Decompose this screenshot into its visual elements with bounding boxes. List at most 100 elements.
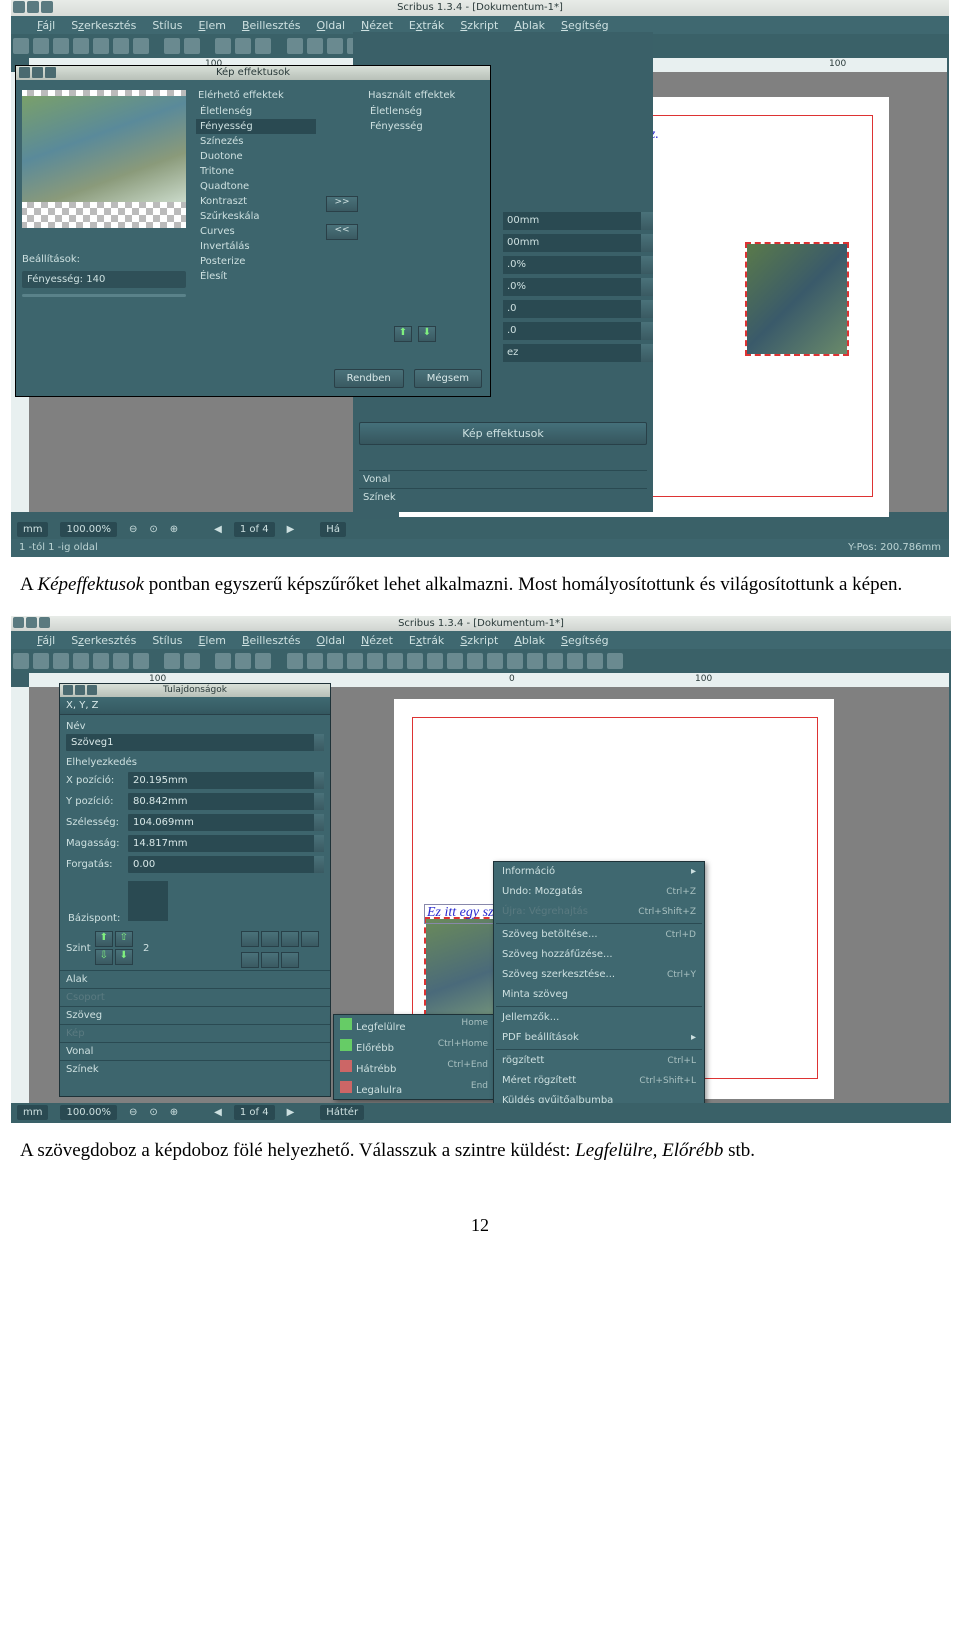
remove-effect-button[interactable]: << (326, 224, 358, 240)
ungroup-icon[interactable] (261, 931, 279, 947)
menu-item[interactable]: Elem (190, 16, 234, 34)
effect-item[interactable]: Fényesség (196, 119, 316, 134)
unit-select[interactable]: mm (17, 1105, 48, 1120)
save-icon[interactable] (53, 653, 69, 669)
name-input[interactable]: Szöveg1 (66, 734, 324, 751)
menu-page[interactable]: Oldal (309, 631, 354, 649)
effect-item[interactable]: Kontraszt (196, 194, 316, 209)
context-menu-item[interactable]: rögzítettCtrl+L (494, 1051, 704, 1071)
menubar[interactable]: Fájl Szerkesztés Stílus Elem Beillesztés… (11, 631, 951, 649)
print-icon[interactable] (93, 653, 109, 669)
spinner[interactable]: 00mm (503, 234, 653, 252)
image-frame-icon[interactable] (327, 653, 343, 669)
cut-icon[interactable] (215, 653, 231, 669)
bezier-icon[interactable] (427, 653, 443, 669)
print-icon[interactable] (93, 38, 109, 54)
pdf-icon[interactable] (133, 653, 149, 669)
polygon-icon[interactable] (387, 653, 403, 669)
close-file-icon[interactable] (73, 653, 89, 669)
width-input[interactable]: 104.069mm (128, 814, 324, 831)
layer-select[interactable]: Háttér (320, 1105, 364, 1120)
layer-select[interactable]: Há (320, 522, 346, 537)
eye-dropper-icon[interactable] (607, 653, 623, 669)
preflight-icon[interactable] (113, 653, 129, 669)
effect-item[interactable]: Curves (196, 224, 316, 239)
context-menu-item[interactable]: Információ▸ (494, 862, 704, 882)
rotation-input[interactable]: 0.00 (128, 856, 324, 873)
available-effects-list[interactable]: Életlenség Fényesség Színezés Duotone Tr… (196, 104, 316, 344)
palette-close-icon[interactable] (87, 685, 97, 695)
page-prev-icon[interactable]: ◀ (214, 1107, 222, 1118)
link-frames-icon[interactable] (547, 653, 563, 669)
toolbar[interactable] (11, 649, 951, 673)
copy-icon[interactable] (235, 38, 251, 54)
select-tool-icon[interactable] (287, 653, 303, 669)
menu-file[interactable]: Fájl (29, 631, 63, 649)
zoom-reset-icon[interactable]: ⊙ (149, 524, 157, 535)
edit-contents-icon[interactable] (507, 653, 523, 669)
redo-icon[interactable] (184, 653, 200, 669)
zoom-in-icon[interactable]: ⊕ (170, 524, 178, 535)
context-menu-item[interactable]: Undo: MozgatásCtrl+Z (494, 882, 704, 902)
context-menu-item[interactable]: Szöveg hozzáfűzése... (494, 945, 704, 965)
cut-icon[interactable] (215, 38, 231, 54)
basepoint-selector[interactable] (128, 881, 168, 921)
move-down-button[interactable]: ⬇ (418, 326, 436, 342)
text-frame-icon[interactable] (307, 38, 323, 54)
level-bottom-icon[interactable]: ⬇ (115, 949, 133, 965)
spinner[interactable]: .0% (503, 278, 653, 296)
spinner[interactable]: .0% (503, 256, 653, 274)
menu-style[interactable]: Stílus (144, 16, 190, 34)
ok-button[interactable]: Rendben (334, 369, 404, 388)
open-icon[interactable] (33, 653, 49, 669)
context-menu-item[interactable]: Szöveg betöltése...Ctrl+D (494, 925, 704, 945)
zoom-field[interactable]: 100.00% (60, 522, 117, 537)
menu-view[interactable]: Nézet (353, 631, 401, 649)
submenu-item-lower[interactable]: HátrébbCtrl+End (334, 1057, 494, 1078)
print-enabled-icon[interactable] (281, 952, 299, 968)
menu-item[interactable]: Elem (190, 631, 234, 649)
tab-line[interactable]: Vonal (60, 1042, 330, 1060)
level-top-icon[interactable]: ⬆ (95, 931, 113, 947)
context-menu-item[interactable]: Minta szöveg (494, 985, 704, 1005)
zoom-icon[interactable] (487, 653, 503, 669)
image-frame-icon[interactable] (327, 38, 343, 54)
dialog-min-icon[interactable] (19, 67, 30, 78)
submenu-item-top[interactable]: LegfelülreHome (334, 1015, 494, 1036)
undo-icon[interactable] (164, 653, 180, 669)
level-submenu[interactable]: LegfelülreHome ElőrébbCtrl+Home HátrébbC… (333, 1014, 495, 1100)
tab-colors[interactable]: Színek (359, 488, 647, 506)
zoom-out-icon[interactable]: ⊖ (129, 1107, 137, 1118)
menu-edit[interactable]: Szerkesztés (63, 16, 144, 34)
zoom-reset-icon[interactable]: ⊙ (149, 1107, 157, 1118)
level-up-icon[interactable]: ⇧ (115, 931, 133, 947)
effect-item[interactable]: Invertálás (196, 239, 316, 254)
close-file-icon[interactable] (73, 38, 89, 54)
tab-colors[interactable]: Színek (60, 1060, 330, 1078)
menu-help[interactable]: Segítség (553, 631, 617, 649)
level-down-icon[interactable]: ⇩ (95, 949, 113, 965)
flip-h-icon[interactable] (281, 931, 299, 947)
line-icon[interactable] (407, 653, 423, 669)
effect-item[interactable]: Élesít (196, 269, 316, 284)
menu-window[interactable]: Ablak (506, 631, 553, 649)
context-menu[interactable]: Információ▸Undo: MozgatásCtrl+ZÚjra: Vég… (493, 861, 705, 1123)
tab-line[interactable]: Vonal (359, 470, 647, 488)
palette-min-icon[interactable] (63, 685, 73, 695)
save-icon[interactable] (53, 38, 69, 54)
copy-icon[interactable] (235, 653, 251, 669)
lock-icon[interactable] (241, 952, 259, 968)
text-frame-icon[interactable] (307, 653, 323, 669)
context-menu-item[interactable]: Méret rögzítettCtrl+Shift+L (494, 1071, 704, 1091)
xpos-input[interactable]: 20.195mm (128, 772, 324, 789)
height-input[interactable]: 14.817mm (128, 835, 324, 852)
spinner[interactable]: ez (503, 344, 653, 362)
menu-insert[interactable]: Beillesztés (234, 631, 309, 649)
cancel-button[interactable]: Mégsem (414, 369, 482, 388)
dialog-max-icon[interactable] (32, 67, 43, 78)
redo-icon[interactable] (184, 38, 200, 54)
submenu-item-bottom[interactable]: LegalulraEnd (334, 1078, 494, 1099)
used-effects-list[interactable]: Életlenség Fényesség (366, 104, 484, 274)
effect-item[interactable]: Tritone (196, 164, 316, 179)
zoom-field[interactable]: 100.00% (60, 1105, 117, 1120)
